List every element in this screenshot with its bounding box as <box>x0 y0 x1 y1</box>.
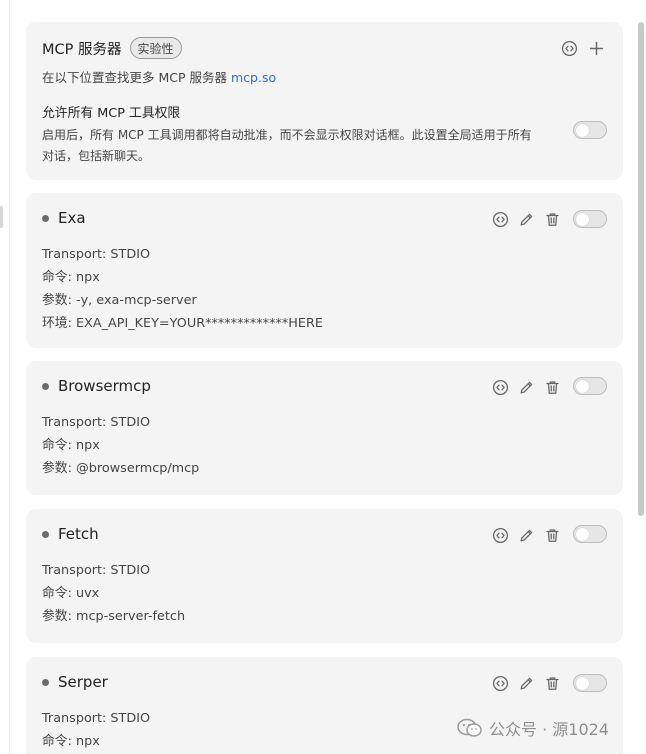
allow-all-toggle[interactable] <box>573 121 607 139</box>
transport-text: Transport: STDIO <box>42 711 151 726</box>
server-toggle[interactable] <box>573 674 607 692</box>
code-icon[interactable] <box>492 379 509 400</box>
server-details: Transport: STDIO 命令: npx <box>42 707 150 753</box>
status-dot <box>42 678 49 686</box>
code-icon[interactable] <box>561 40 578 61</box>
watermark-text: 公众号 · 源1024 <box>489 720 609 739</box>
trash-icon[interactable] <box>544 211 561 232</box>
server-name: Serper <box>58 673 108 691</box>
edit-icon[interactable] <box>518 379 535 400</box>
status-dot <box>42 214 49 222</box>
command-text: 命令: npx <box>42 270 100 285</box>
server-card-exa: Exa Transport: STDIO 命令: npx 参数: -y, exa… <box>26 193 623 348</box>
args-text: 参数: mcp-server-fetch <box>42 609 186 624</box>
watermark: 公众号 · 源1024 <box>457 716 609 740</box>
wechat-icon <box>457 718 482 737</box>
find-more-label: 在以下位置查找更多 MCP 服务器 <box>42 70 227 85</box>
command-text: 命令: uvx <box>42 586 100 601</box>
args-text: 参数: @browsermcp/mcp <box>42 461 200 476</box>
env-text: 环境: EXA_API_KEY=YOUR*************HERE <box>42 316 323 331</box>
find-more-text: 在以下位置查找更多 MCP 服务器 mcp.so <box>42 67 276 86</box>
code-icon[interactable] <box>492 211 509 232</box>
command-text: 命令: npx <box>42 438 100 453</box>
server-toggle[interactable] <box>573 377 607 395</box>
trash-icon[interactable] <box>544 379 561 400</box>
transport-text: Transport: STDIO <box>42 563 151 578</box>
sidebar-handle[interactable] <box>0 206 3 228</box>
plus-icon[interactable] <box>588 40 605 61</box>
allow-all-title: 允许所有 MCP 工具权限 <box>42 106 181 121</box>
trash-icon[interactable] <box>544 527 561 548</box>
server-details: Transport: STDIO 命令: npx 参数: -y, exa-mcp… <box>42 243 323 335</box>
server-name: Browsermcp <box>58 377 151 395</box>
server-card-fetch: Fetch Transport: STDIO 命令: uvx 参数: mcp-s… <box>26 509 623 643</box>
server-card-browsermcp: Browsermcp Transport: STDIO 命令: npx 参数: … <box>26 361 623 495</box>
server-toggle[interactable] <box>573 525 607 543</box>
command-text: 命令: npx <box>42 734 100 749</box>
edit-icon[interactable] <box>518 527 535 548</box>
sidebar-edge <box>0 0 10 754</box>
page-title: MCP 服务器 <box>42 41 122 58</box>
code-icon[interactable] <box>492 675 509 696</box>
transport-text: Transport: STDIO <box>42 415 151 430</box>
server-name: Fetch <box>58 525 99 543</box>
trash-icon[interactable] <box>544 675 561 696</box>
allow-all-description: 启用后，所有 MCP 工具调用都将自动批准，而不会显示权限对话框。此设置全局适用… <box>42 128 532 163</box>
mcp-so-link[interactable]: mcp.so <box>231 70 276 85</box>
code-icon[interactable] <box>492 527 509 548</box>
server-details: Transport: STDIO 命令: uvx 参数: mcp-server-… <box>42 559 185 628</box>
scrollbar-thumb[interactable] <box>638 22 644 516</box>
server-name: Exa <box>58 209 86 227</box>
server-toggle[interactable] <box>573 210 607 228</box>
status-dot <box>42 530 49 538</box>
edit-icon[interactable] <box>518 675 535 696</box>
edit-icon[interactable] <box>518 211 535 232</box>
mcp-header-panel: MCP 服务器 实验性 在以下位置查找更多 MCP 服务器 mcp.so 允许所… <box>26 22 623 180</box>
status-dot <box>42 382 49 390</box>
args-text: 参数: -y, exa-mcp-server <box>42 293 197 308</box>
server-details: Transport: STDIO 命令: npx 参数: @browsermcp… <box>42 411 199 480</box>
experimental-badge: 实验性 <box>129 37 182 59</box>
transport-text: Transport: STDIO <box>42 247 151 262</box>
